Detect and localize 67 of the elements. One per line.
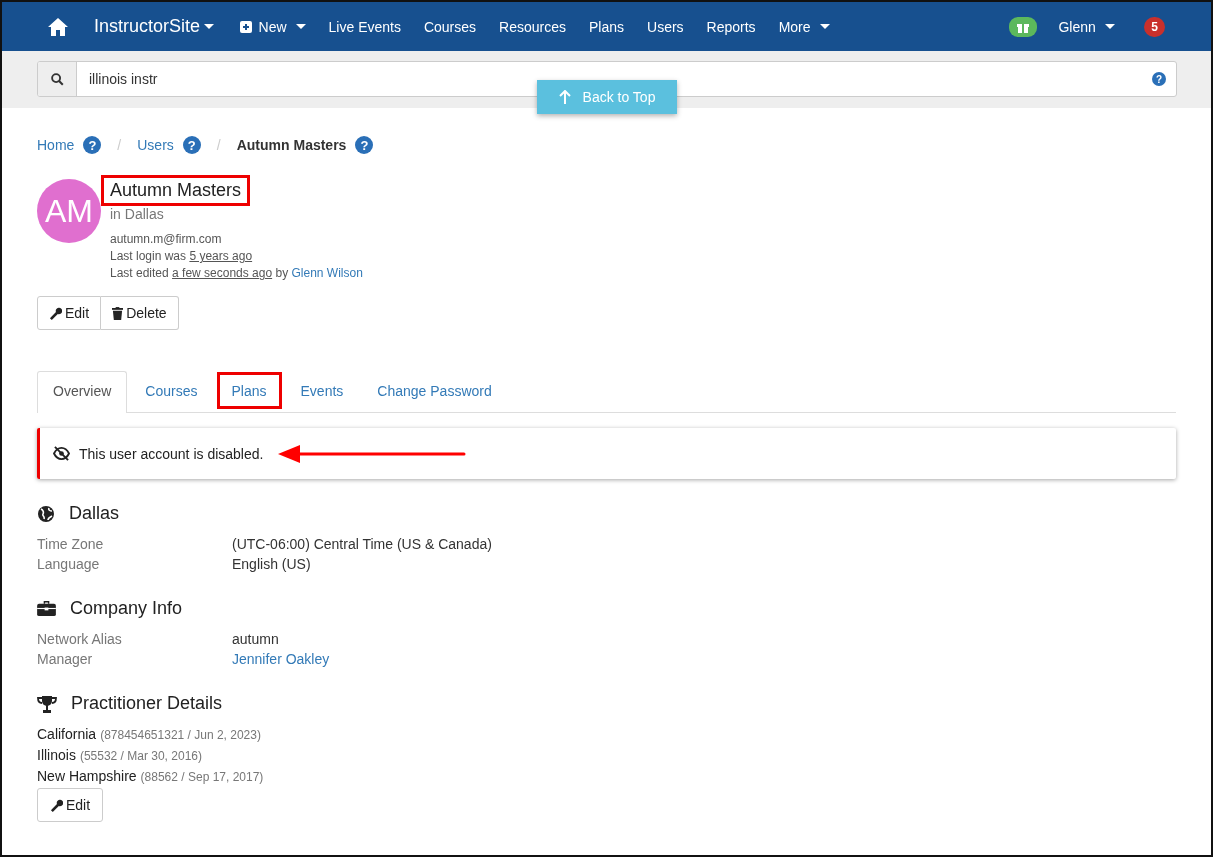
field-label: Network Alias [37,630,123,649]
license-state: New Hampshire [37,768,137,784]
last-edited-link[interactable]: a few seconds ago [172,266,273,280]
home-icon[interactable] [48,17,68,36]
wrench-icon [49,306,62,320]
edit-button[interactable]: Edit [37,296,102,330]
help-icon[interactable]: ? [355,136,374,154]
user-name: Autumn Masters [101,175,251,206]
breadcrumb-separator: / [216,137,221,153]
nav-link[interactable]: Plans [577,18,636,35]
wrench-icon [50,798,63,812]
user-location: in Dallas [110,206,165,222]
section-heading: Company Info [70,598,183,619]
license-state: Illinois [37,747,76,763]
breadcrumb-link[interactable]: Home [37,137,75,153]
trash-icon [112,306,124,320]
alert-text: This user account is disabled. [79,445,264,462]
tab[interactable]: Courses [129,371,214,412]
license-detail: (55532 / Mar 30, 2016) [79,749,202,763]
nav-link[interactable]: Users [635,18,696,35]
tab[interactable]: Change Password [361,371,508,412]
nav-link[interactable]: Courses [412,18,488,35]
notification-count[interactable]: 5 [1144,16,1165,37]
field-label: Manager [37,650,94,669]
field-value: English (US) [232,555,311,574]
breadcrumb-link[interactable]: Users [137,137,174,153]
field-label: Time Zone [37,535,105,554]
avatar: AM [37,179,101,243]
license-detail: (878454651321 / Jun 2, 2023) [100,728,261,742]
nav-link[interactable]: New [228,18,318,35]
nav-link[interactable]: Resources [487,18,578,35]
nav-link[interactable]: Reports [695,18,768,35]
globe-icon [37,504,55,523]
editor-link[interactable]: Glenn Wilson [291,266,363,280]
gift-icon[interactable] [1008,16,1037,37]
license-state: California [37,726,97,742]
help-icon[interactable]: ? [83,136,102,154]
field-value: (UTC-06:00) Central Time (US & Canada) [232,535,492,554]
search-icon [50,72,64,86]
up-arrow-icon [558,90,571,104]
tab[interactable]: Events [284,371,360,412]
user-menu[interactable]: Glenn [1046,18,1127,35]
eye-slash-icon [53,446,70,461]
tab[interactable]: Overview [37,371,128,413]
help-icon[interactable]: ? [182,136,201,154]
section-heading: Practitioner Details [71,693,223,714]
briefcase-icon [37,601,56,616]
section-heading: Dallas [69,503,120,524]
help-icon[interactable]: ? [1152,72,1166,86]
manager-link[interactable]: Jennifer Oakley [232,649,330,669]
nav-link[interactable]: More [767,18,842,35]
breadcrumb-separator: / [117,137,122,153]
user-email: autumn.m@firm.com [110,231,223,248]
tab[interactable]: Plans [215,371,283,410]
delete-button[interactable]: Delete [101,296,179,330]
last-edited-text: Last edited a few seconds ago by Glenn Wilson [110,265,363,282]
last-login-text: Last login was 5 years ago [110,248,254,265]
edit-button[interactable]: Edit [37,788,104,822]
license-detail: (88562 / Sep 17, 2017) [140,770,264,784]
current-page-title: Autumn Masters [236,137,347,153]
nav-link[interactable]: Live Events [317,18,413,35]
plus-square-icon [239,20,252,33]
field-label: Language [37,555,101,574]
field-value: autumn [232,630,279,649]
trophy-icon [37,694,57,713]
last-login-link[interactable]: 5 years ago [189,249,253,263]
brand-menu[interactable]: InstructorSite [94,16,215,37]
